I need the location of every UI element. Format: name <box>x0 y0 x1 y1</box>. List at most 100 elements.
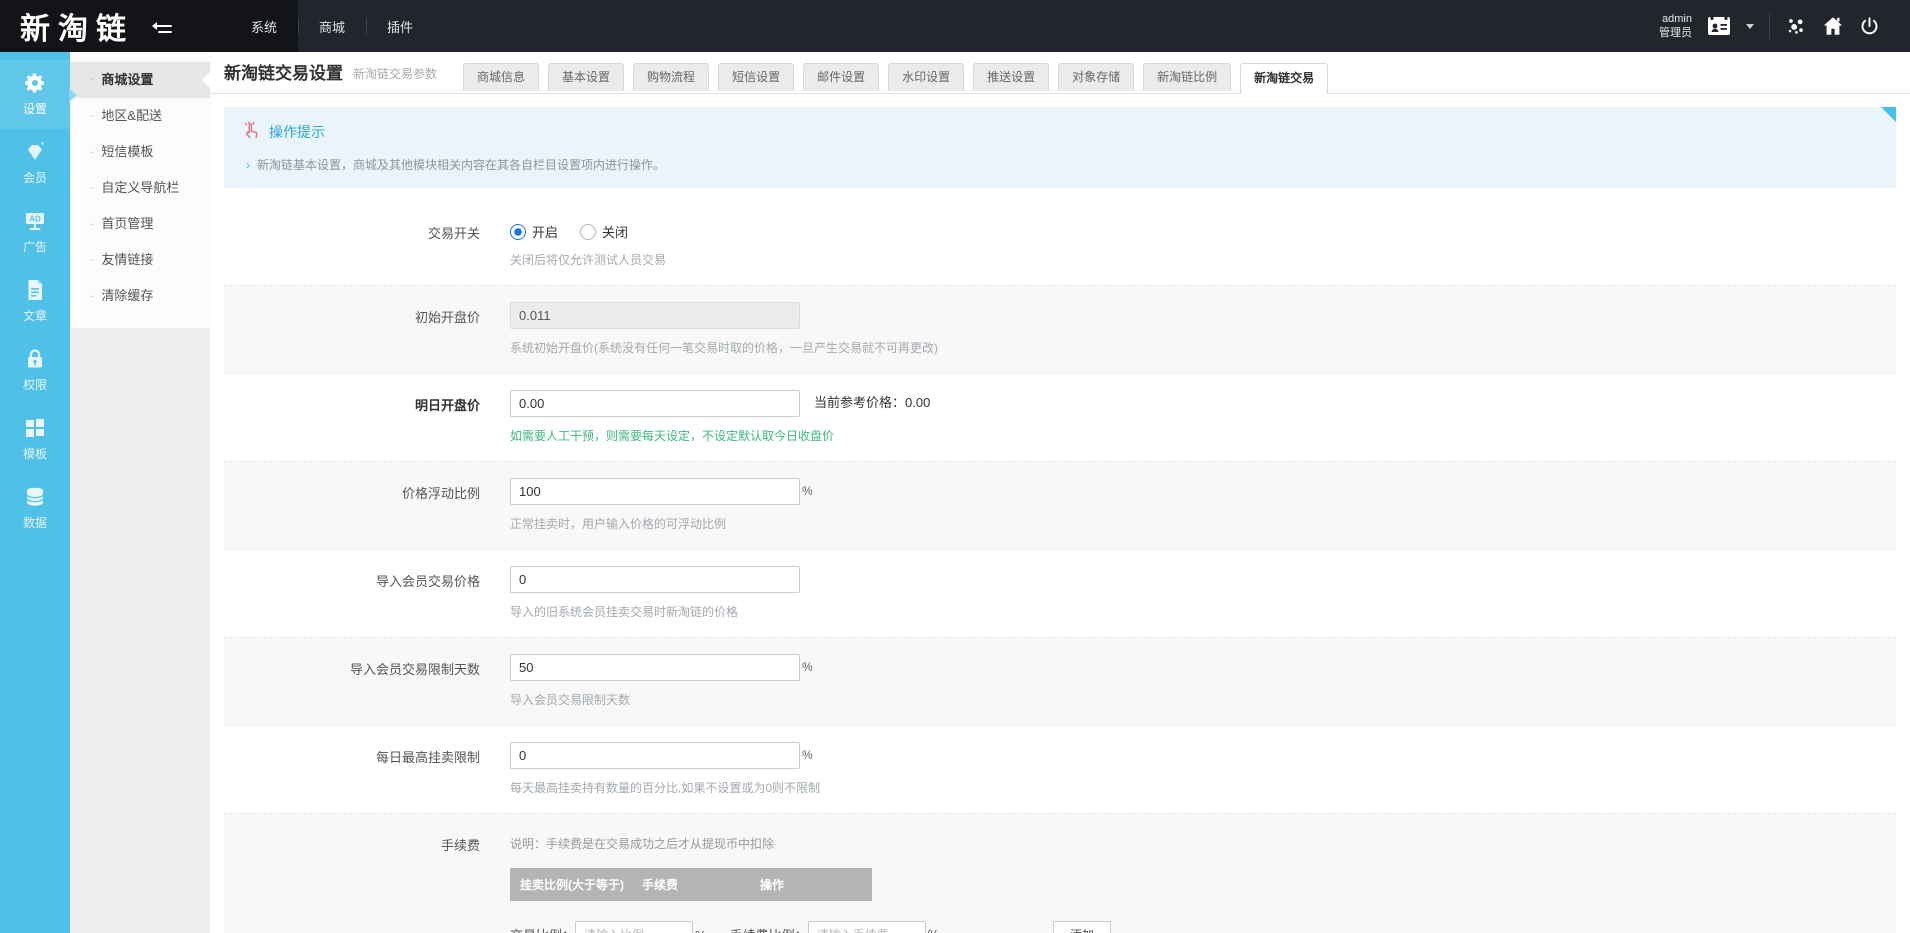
bullet: · <box>90 288 95 303</box>
tomorrow-price-input[interactable] <box>510 390 800 417</box>
rail-label: 会员 <box>22 171 47 185</box>
tab-sms-settings[interactable]: 短信设置 <box>718 63 795 91</box>
submenu-item-clear-cache[interactable]: · 清除缓存 <box>70 278 210 314</box>
tip-line: › 新淘链基本设置，商城及其他模块相关内容在其各自栏目设置项内进行操作。 <box>246 158 666 172</box>
submenu-item-mall-settings[interactable]: · 商城设置 <box>70 62 210 98</box>
tab-object-storage[interactable]: 对象存储 <box>1058 63 1135 91</box>
radio-on[interactable] <box>510 223 526 240</box>
page-body: 设置 会员 AD 广告 文章 权限 模板 数据 · 商城设置 · 地区&配送 ·… <box>0 52 1910 933</box>
pointing-hand-icon <box>242 120 260 143</box>
ad-billboard-icon: AD <box>23 209 47 233</box>
rail-item-data[interactable]: 数据 <box>0 474 70 543</box>
rail-item-ads[interactable]: AD 广告 <box>0 198 70 267</box>
page-header: 新淘链交易设置 新淘链交易参数 商城信息 基本设置 购物流程 短信设置 邮件设置… <box>210 52 1910 94</box>
tab-chain-ratio[interactable]: 新淘链比例 <box>1143 63 1232 91</box>
field-help: 每天最高挂卖持有数量的百分比,如果不设置或为0则不限制 <box>510 781 821 795</box>
rail-item-settings[interactable]: 设置 <box>0 60 77 129</box>
tab-shopping-flow[interactable]: 购物流程 <box>633 63 710 91</box>
field-label: 交易开关 <box>427 226 480 241</box>
tab-mall-info[interactable]: 商城信息 <box>463 63 540 91</box>
bullet: · <box>90 180 95 195</box>
initial-price-input <box>510 302 800 329</box>
daily-max-sell-input[interactable] <box>510 742 800 769</box>
page-subtitle: 新淘链交易参数 <box>353 67 438 81</box>
submenu-item-sms-template[interactable]: · 短信模板 <box>70 134 210 170</box>
form-row-tomorrow-price: 明日开盘价 当前参考价格：0.00 如需要人工干预，则需要每天设定，不设定默认取… <box>224 374 1896 462</box>
field-help: 关闭后将仅允许测试人员交易 <box>510 253 667 267</box>
form-row-trade-switch: 交易开关 开启 关闭 关闭后将仅允许测试人员交易 <box>224 202 1896 286</box>
field-label: 价格浮动比例 <box>401 486 480 501</box>
user-card-icon[interactable] <box>1707 15 1731 37</box>
clear-cache-icon[interactable] <box>1785 15 1807 37</box>
submenu-item-friend-links[interactable]: · 友情链接 <box>70 242 210 278</box>
fee-rate-label: 手续费比例： <box>730 925 808 933</box>
icon-sidebar: 设置 会员 AD 广告 文章 权限 模板 数据 <box>0 52 77 933</box>
top-nav-mall[interactable]: 商城 <box>298 0 366 52</box>
rail-item-templates[interactable]: 模板 <box>0 405 70 474</box>
tab-push-settings[interactable]: 推送设置 <box>973 63 1050 91</box>
field-help: 正常挂卖时，用户输入价格的可浮动比例 <box>510 517 727 531</box>
radio-off[interactable] <box>580 223 597 240</box>
top-nav-plugin[interactable]: 插件 <box>366 0 434 52</box>
float-ratio-input[interactable] <box>510 478 800 505</box>
database-icon <box>23 485 47 509</box>
top-nav-system[interactable]: 系统 <box>230 0 298 52</box>
svg-text:AD: AD <box>29 215 41 224</box>
submenu-item-region-delivery[interactable]: · 地区&配送 <box>70 98 210 134</box>
import-price-input[interactable] <box>510 566 800 593</box>
submenu-item-home-manage[interactable]: · 首页管理 <box>70 206 210 242</box>
fee-rate-input[interactable] <box>807 921 926 933</box>
bullet: · <box>90 72 95 87</box>
reference-price-text: 当前参考价格：0.00 <box>814 394 931 410</box>
field-label: 手续费 <box>440 838 480 853</box>
percent-suffix: % <box>802 483 813 498</box>
field-help: 系统初始开盘价(系统没有任何一笔交易时取的价格，一旦产生交易就不可再更改) <box>510 341 938 355</box>
rail-label: 文章 <box>22 309 47 323</box>
form-row-float-ratio: 价格浮动比例 % 正常挂卖时，用户输入价格的可浮动比例 <box>224 462 1896 550</box>
user-info: admin 管理员 <box>1659 12 1692 40</box>
radio-off-label[interactable]: 关闭 <box>602 222 628 241</box>
document-icon <box>23 278 47 302</box>
add-fee-button[interactable]: 添加 <box>1053 921 1112 933</box>
sidebar-collapse-icon[interactable] <box>152 18 172 34</box>
field-help-green: 如需要人工干预，则需要每天设定，不设定默认取今日收盘价 <box>510 429 835 443</box>
logout-power-icon[interactable] <box>1859 16 1880 37</box>
lock-icon <box>23 347 47 371</box>
bullet: · <box>90 252 95 267</box>
settings-tabs: 商城信息 基本设置 购物流程 短信设置 邮件设置 水印设置 推送设置 对象存储 … <box>463 63 1329 94</box>
fee-col-fee: 手续费 <box>642 878 679 892</box>
field-label: 导入会员交易价格 <box>375 574 480 589</box>
user-role: 管理员 <box>1659 27 1692 39</box>
form-row-import-price: 导入会员交易价格 导入的旧系统会员挂卖交易时新淘链的价格 <box>224 550 1896 638</box>
import-limit-days-input[interactable] <box>510 654 800 681</box>
home-icon[interactable] <box>1822 15 1844 37</box>
percent-suffix: % <box>802 659 813 674</box>
radio-on-label[interactable]: 开启 <box>532 222 558 241</box>
fee-ratio-input[interactable] <box>575 921 694 933</box>
tip-bullet-icon: › <box>246 158 250 172</box>
submenu: · 商城设置 · 地区&配送 · 短信模板 · 自定义导航栏 · 首页管理 · 友情链接 ·… <box>70 52 210 328</box>
fee-note: 说明：手续费是在交易成功之后才从提现币中扣除 <box>510 837 775 851</box>
tip-title: 操作提示 <box>269 123 325 140</box>
fee-col-ratio: 挂卖比例(大于等于) <box>520 878 624 892</box>
form-row-import-limit-days: 导入会员交易限制天数 % 导入会员交易限制天数 <box>224 638 1896 726</box>
rail-item-members[interactable]: 会员 <box>0 129 70 198</box>
tab-basic-settings[interactable]: 基本设置 <box>548 63 625 91</box>
tab-chain-trade[interactable]: 新淘链交易 <box>1240 63 1329 94</box>
rail-item-permissions[interactable]: 权限 <box>0 336 70 405</box>
trade-switch-radio-group: 开启 关闭 <box>510 218 666 241</box>
main-panel: 新淘链交易设置 新淘链交易参数 商城信息 基本设置 购物流程 短信设置 邮件设置… <box>210 52 1910 933</box>
rail-label: 模板 <box>22 447 47 461</box>
operation-tip-panel: 操作提示 › 新淘链基本设置，商城及其他模块相关内容在其各自栏目设置项内进行操作。 <box>224 107 1896 188</box>
fee-ratio-label: 交易比例： <box>510 925 575 933</box>
rail-label: 广告 <box>22 240 47 254</box>
rail-item-articles[interactable]: 文章 <box>0 267 70 336</box>
user-name: admin <box>1662 13 1692 25</box>
user-dropdown-caret-icon[interactable] <box>1746 23 1754 29</box>
tab-watermark-settings[interactable]: 水印设置 <box>888 63 965 91</box>
field-help: 导入的旧系统会员挂卖交易时新淘链的价格 <box>510 605 739 619</box>
submenu-item-custom-navbar[interactable]: · 自定义导航栏 <box>70 170 210 206</box>
rail-label: 权限 <box>22 378 47 392</box>
rail-label: 数据 <box>22 516 47 530</box>
tab-mail-settings[interactable]: 邮件设置 <box>803 63 880 91</box>
